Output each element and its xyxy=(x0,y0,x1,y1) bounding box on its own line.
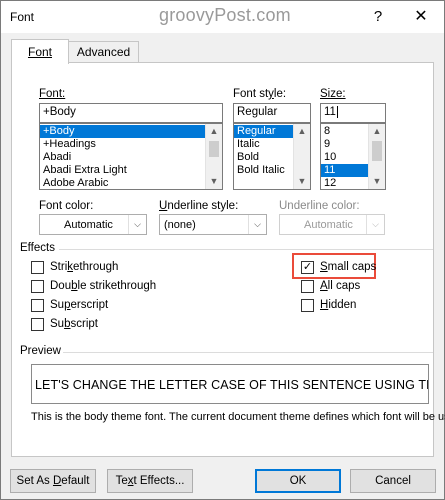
checkbox-box[interactable] xyxy=(31,318,44,331)
effects-header: Effects xyxy=(20,242,55,254)
scroll-down-icon[interactable]: ▼ xyxy=(294,174,310,189)
close-button[interactable]: ✕ xyxy=(410,6,432,28)
scroll-up-icon[interactable]: ▲ xyxy=(294,124,310,139)
checkbox-label: Double strikethrough xyxy=(50,280,157,292)
underline-style-label: Underline style: xyxy=(159,200,239,212)
checkbox-box[interactable] xyxy=(31,299,44,312)
checkbox-label: Small caps xyxy=(320,261,377,273)
checkbox-box[interactable] xyxy=(31,280,44,293)
font-style-input[interactable]: Regular xyxy=(233,103,311,123)
dialog-title: Font xyxy=(10,10,35,24)
check-icon[interactable]: ✓ xyxy=(301,261,314,274)
font-name-input[interactable]: +Body xyxy=(39,103,223,123)
checkbox-box[interactable] xyxy=(31,261,44,274)
checkbox-label: Hidden xyxy=(320,299,357,311)
underline-style-select[interactable]: (none) ⌵ xyxy=(159,214,267,235)
font-color-label: Font color: xyxy=(39,200,94,212)
font-style-list[interactable]: Regular Italic Bold Bold Italic ▲ ▼ xyxy=(233,123,311,190)
ok-button[interactable]: OK xyxy=(255,469,341,493)
scroll-down-icon[interactable]: ▼ xyxy=(369,174,385,189)
font-list-scrollbar[interactable]: ▲ ▼ xyxy=(205,124,222,189)
size-input[interactable]: 11 xyxy=(320,103,386,123)
checkbox-label: Superscript xyxy=(50,299,109,311)
font-list[interactable]: +Body +Headings Abadi Abadi Extra Light … xyxy=(39,123,223,190)
chevron-down-icon: ⌵ xyxy=(128,215,146,234)
preview-text: LET'S CHANGE THE LETTER CASE OF THIS SEN… xyxy=(35,378,428,392)
text-effects-button[interactable]: Text Effects... xyxy=(107,469,193,493)
tab-advanced[interactable]: Advanced xyxy=(69,41,139,63)
scroll-thumb[interactable] xyxy=(372,141,382,161)
list-item[interactable]: 11 xyxy=(321,164,368,177)
font-style-scrollbar[interactable]: ▲ ▼ xyxy=(293,124,310,189)
title-bar: Font groovyPost.com ? ✕ xyxy=(1,1,444,33)
size-list[interactable]: 8 9 10 11 12 ▲ ▼ xyxy=(320,123,386,190)
list-item[interactable]: Abadi xyxy=(40,151,222,164)
tab-font[interactable]: Font xyxy=(11,39,69,64)
list-item[interactable]: Adobe Arabic xyxy=(40,177,222,189)
list-item[interactable]: Regular xyxy=(234,125,293,138)
checkbox-box[interactable] xyxy=(301,280,314,293)
underline-color-label: Underline color: xyxy=(279,200,360,212)
list-item[interactable]: +Headings xyxy=(40,138,222,151)
font-label: Font: xyxy=(39,88,66,100)
chevron-down-icon: ⌵ xyxy=(366,215,384,234)
scroll-down-icon[interactable]: ▼ xyxy=(206,174,222,189)
watermark-logo: groovyPost.com xyxy=(159,5,291,25)
checkbox-label: Strikethrough xyxy=(50,261,119,273)
cancel-button[interactable]: Cancel xyxy=(350,469,436,493)
chevron-down-icon: ⌵ xyxy=(248,215,266,234)
scroll-up-icon[interactable]: ▲ xyxy=(206,124,222,139)
size-list-scrollbar[interactable]: ▲ ▼ xyxy=(368,124,385,189)
checkbox-label: Subscript xyxy=(50,318,98,330)
preview-divider xyxy=(63,352,433,353)
help-button[interactable]: ? xyxy=(367,6,389,28)
set-as-default-button[interactable]: Set As Default xyxy=(10,469,96,493)
scroll-thumb[interactable] xyxy=(209,141,219,157)
preview-description: This is the body theme font. The current… xyxy=(31,411,445,423)
size-label: Size: xyxy=(320,88,346,100)
checkbox-box[interactable] xyxy=(301,299,314,312)
effects-divider xyxy=(59,249,433,250)
font-style-label: Font style: xyxy=(233,88,287,100)
list-item[interactable]: +Body xyxy=(40,125,222,138)
underline-color-select[interactable]: Automatic ⌵ xyxy=(279,214,385,235)
font-color-select[interactable]: Automatic ⌵ xyxy=(39,214,147,235)
checkbox-label: All caps xyxy=(320,280,361,292)
preview-header: Preview xyxy=(20,345,61,357)
list-item[interactable]: Abadi Extra Light xyxy=(40,164,222,177)
preview-box: LET'S CHANGE THE LETTER CASE OF THIS SEN… xyxy=(31,364,429,404)
font-dialog: Font groovyPost.com ? ✕ Font Advanced Fo… xyxy=(0,0,445,500)
scroll-up-icon[interactable]: ▲ xyxy=(369,124,385,139)
